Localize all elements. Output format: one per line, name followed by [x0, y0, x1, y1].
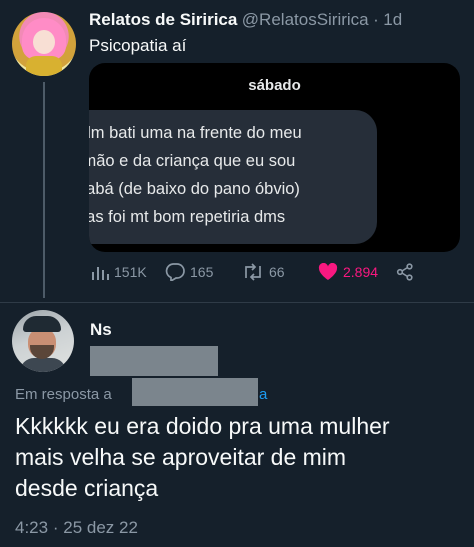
author-name[interactable]: Relatos de Siririca	[89, 10, 237, 29]
avatar-face-shape	[33, 30, 55, 54]
analytics-icon	[91, 263, 109, 281]
like-count: 2.894	[343, 264, 379, 280]
avatar-shirt-shape	[26, 56, 62, 76]
header-separator: ·	[373, 10, 379, 29]
reply-text-line: desde criança	[15, 475, 159, 501]
censored-reply-target-block	[132, 378, 258, 406]
author-handle[interactable]: @RelatosSiririca	[242, 10, 369, 29]
reply-author-name[interactable]: Ns	[90, 320, 112, 340]
views-button[interactable]: 151K	[91, 263, 147, 281]
reply-text-line: Kkkkkk eu era doido pra uma mulher	[15, 413, 390, 439]
chat-line: ıdm bati uma na frente do meu	[89, 124, 302, 142]
tweet-actions: 151K 165 66 2.894	[0, 263, 474, 283]
divider	[0, 302, 474, 303]
chat-line: rmão e da criança que eu sou	[89, 152, 296, 170]
reply-text: Kkkkkk eu era doido pra uma mulher mais …	[15, 411, 390, 504]
censored-handle-block	[90, 346, 218, 376]
tweet-age[interactable]: 1d	[383, 10, 402, 29]
chat-bubble: ıdm bati uma na frente do meu rmão e da …	[89, 110, 377, 244]
avatar-beard-shape	[30, 345, 54, 359]
timestamp-separator: ·	[52, 518, 59, 537]
like-button[interactable]: 2.894	[318, 263, 378, 281]
chat-line: nas foi mt bom repetiria dms	[89, 208, 286, 226]
author-avatar[interactable]	[12, 12, 76, 76]
retweet-icon	[242, 263, 264, 281]
avatar-shirt-shape	[20, 358, 66, 372]
views-count: 151K	[114, 264, 147, 280]
reply-count: 165	[190, 264, 214, 280]
in-reply-to-label: Em resposta a	[15, 386, 112, 403]
tweet-text: Psicopatia aí	[89, 36, 187, 55]
tweet-media-image[interactable]: sábado ıdm bati uma na frente do meu rmã…	[89, 63, 460, 252]
heart-icon	[318, 263, 338, 281]
reply-author-avatar[interactable]	[12, 310, 74, 372]
in-reply-to-link[interactable]: a	[259, 386, 267, 403]
chat-date: sábado	[248, 77, 301, 94]
reply-icon	[165, 263, 185, 281]
reply-button[interactable]: 165	[165, 263, 213, 281]
reply-timestamp[interactable]: 4:23 · 25 dez 22	[15, 518, 138, 538]
reply-date: 25 dez 22	[63, 518, 138, 537]
tweet-header: Relatos de Siririca @RelatosSiririca · 1…	[89, 10, 402, 30]
retweet-count: 66	[269, 264, 285, 280]
avatar-cap-shape	[23, 316, 61, 332]
share-icon	[396, 263, 414, 281]
share-button[interactable]	[396, 263, 414, 281]
reply-text-line: mais velha se aproveitar de mim	[15, 444, 347, 470]
reply-time: 4:23	[15, 518, 49, 537]
retweet-button[interactable]: 66	[242, 263, 285, 281]
chat-line: babá (de baixo do pano óbvio)	[89, 180, 300, 198]
